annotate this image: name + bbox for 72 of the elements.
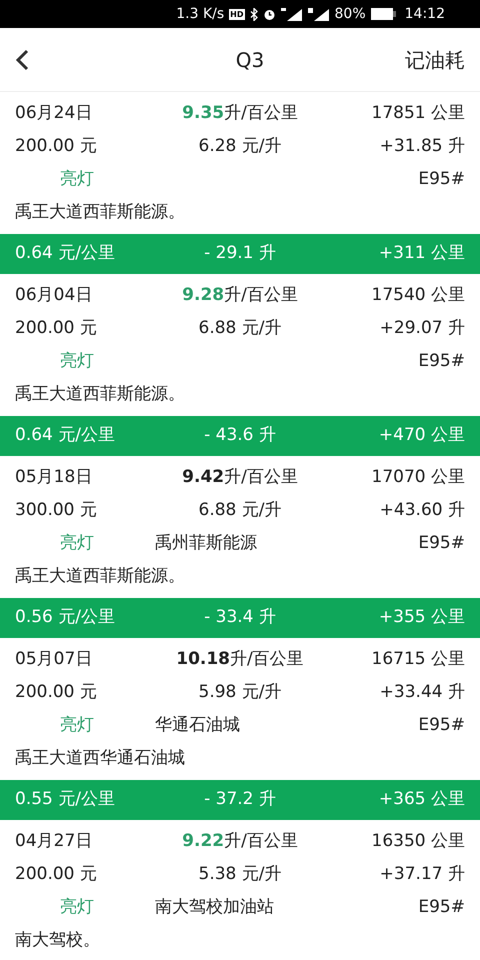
- fuel-consumed: - 29.1 升: [203, 242, 277, 266]
- fuel-grade: E95#: [418, 350, 465, 373]
- fuel-volume: +37.17 升: [378, 862, 465, 886]
- hd-badge: HD: [229, 8, 245, 20]
- note: 禹王大道西菲斯能源。: [15, 200, 185, 224]
- fuel-efficiency: 9.35升/百公里: [181, 102, 299, 125]
- distance: +311 公里: [378, 242, 465, 266]
- record-fuel-button[interactable]: 记油耗: [405, 44, 465, 74]
- note: 禹王大道西华通石油城: [15, 746, 185, 770]
- warning-light-label: 亮灯: [60, 714, 94, 735]
- unit-price: 5.38 元/升: [198, 862, 282, 886]
- distance: +355 公里: [378, 606, 465, 630]
- unit-price: 5.98 元/升: [198, 680, 282, 704]
- fuel-volume: +31.85 升: [378, 134, 465, 158]
- fuel-consumed: - 37.2 升: [203, 788, 277, 812]
- note: 禹王大道西菲斯能源。: [15, 564, 185, 588]
- note: 禹王大道西菲斯能源。: [15, 382, 185, 406]
- fuel-grade: E95#: [418, 532, 465, 555]
- fuel-efficiency: 9.42升/百公里: [181, 466, 299, 489]
- signal-icon: [280, 8, 303, 20]
- amount: 200.00 元: [15, 316, 98, 340]
- back-icon: [15, 48, 29, 70]
- odometer: 16350 公里: [370, 830, 465, 853]
- amount: 200.00 元: [15, 862, 98, 886]
- battery-percent: 80%: [334, 4, 366, 24]
- fuel-efficiency: 9.22升/百公里: [181, 830, 299, 853]
- fuel-volume: +33.44 升: [378, 680, 465, 704]
- amount: 200.00 元: [15, 680, 98, 704]
- fuel-volume: +29.07 升: [378, 316, 465, 340]
- unit-price: 6.88 元/升: [198, 316, 282, 340]
- unit-price: 6.88 元/升: [198, 498, 282, 522]
- date: 05月07日: [15, 648, 94, 671]
- odometer: 17851 公里: [370, 102, 465, 125]
- amount: 200.00 元: [15, 134, 98, 158]
- date: 06月24日: [15, 102, 94, 125]
- fuel-grade: E95#: [418, 168, 465, 191]
- gas-station: 华通石油城: [155, 714, 240, 735]
- page-title: Q3: [234, 46, 266, 74]
- odometer: 17070 公里: [370, 466, 465, 489]
- alarm-icon: [262, 8, 276, 20]
- odometer: 17540 公里: [370, 284, 465, 307]
- network-speed: 1.3 K/s: [176, 4, 224, 24]
- cost-per-km: 0.55 元/公里: [15, 788, 116, 812]
- battery-icon: [370, 8, 396, 20]
- fuel-efficiency: 9.28升/百公里: [181, 284, 299, 307]
- date: 04月27日: [15, 830, 94, 853]
- gas-station: 禹州菲斯能源: [155, 532, 257, 553]
- warning-light-label: 亮灯: [60, 168, 94, 189]
- cost-per-km: 0.64 元/公里: [15, 424, 116, 448]
- clock: 14:12: [404, 4, 445, 24]
- distance: +470 公里: [378, 424, 465, 448]
- fuel-efficiency: 10.18升/百公里: [175, 648, 305, 671]
- date: 05月18日: [15, 466, 94, 489]
- fuel-consumed: - 43.6 升: [203, 424, 277, 448]
- fuel-consumed: - 33.4 升: [203, 606, 277, 630]
- warning-light-label: 亮灯: [60, 896, 94, 917]
- cost-per-km: 0.56 元/公里: [15, 606, 116, 630]
- amount: 300.00 元: [15, 498, 98, 522]
- fuel-grade: E95#: [418, 896, 465, 919]
- unit-price: 6.28 元/升: [198, 134, 282, 158]
- warning-light-label: 亮灯: [60, 350, 94, 371]
- signal-icon: [308, 8, 330, 20]
- warning-light-label: 亮灯: [60, 532, 94, 553]
- distance: +365 公里: [378, 788, 465, 812]
- odometer: 16715 公里: [370, 648, 465, 671]
- date: 06月04日: [15, 284, 94, 307]
- note: 南大驾校。: [15, 928, 100, 952]
- gas-station: 南大驾校加油站: [155, 896, 274, 917]
- bluetooth-icon: [250, 8, 258, 20]
- fuel-volume: +43.60 升: [378, 498, 465, 522]
- cost-per-km: 0.64 元/公里: [15, 242, 116, 266]
- fuel-grade: E95#: [418, 714, 465, 737]
